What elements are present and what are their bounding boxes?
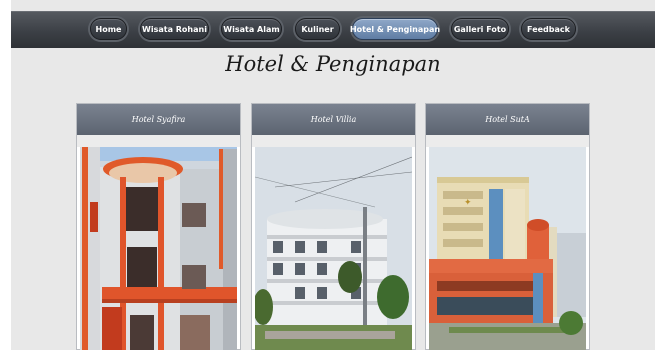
hotel-suta-photo[interactable]: ✦ [429, 147, 586, 350]
card-divider [426, 135, 589, 147]
nav-hotel-penginapan-button[interactable]: Hotel & Penginapan [350, 18, 440, 40]
card-title: Hotel Syafira [131, 115, 186, 124]
nav-wisata-alam-button[interactable]: Wisata Alam [221, 18, 282, 40]
nav-wisata-rohani-button[interactable]: Wisata Rohani [140, 18, 209, 40]
nav-kuliner-button[interactable]: Kuliner [295, 18, 340, 40]
card-header: Hotel Syafira [77, 104, 240, 135]
hotel-card-suta[interactable]: Hotel SutA ✦ [425, 103, 590, 350]
main-navbar: Home Wisata Rohani Wisata Alam Kuliner H… [11, 11, 655, 48]
svg-text:✦: ✦ [464, 198, 472, 208]
card-header: Hotel Villia [252, 104, 415, 135]
card-title: Hotel Villia [310, 115, 357, 124]
hotel-card-villia[interactable]: Hotel Villia [251, 103, 416, 350]
nav-home-button[interactable]: Home [90, 18, 127, 40]
page-container: Home Wisata Rohani Wisata Alam Kuliner H… [11, 0, 655, 350]
hotel-card-syafira[interactable]: Hotel Syafira [76, 103, 241, 350]
page-title: Hotel & Penginapan [225, 52, 441, 76]
nav-feedback-button[interactable]: Feedback [521, 18, 576, 40]
card-title: Hotel SutA [485, 115, 530, 124]
nav-galleri-foto-button[interactable]: Galleri Foto [451, 18, 509, 40]
card-header: Hotel SutA [426, 104, 589, 135]
hotel-villia-photo[interactable] [255, 147, 412, 350]
card-divider [252, 135, 415, 147]
hotel-syafira-photo[interactable] [80, 147, 237, 350]
card-divider [77, 135, 240, 147]
nav-list: Home Wisata Rohani Wisata Alam Kuliner H… [11, 12, 655, 48]
